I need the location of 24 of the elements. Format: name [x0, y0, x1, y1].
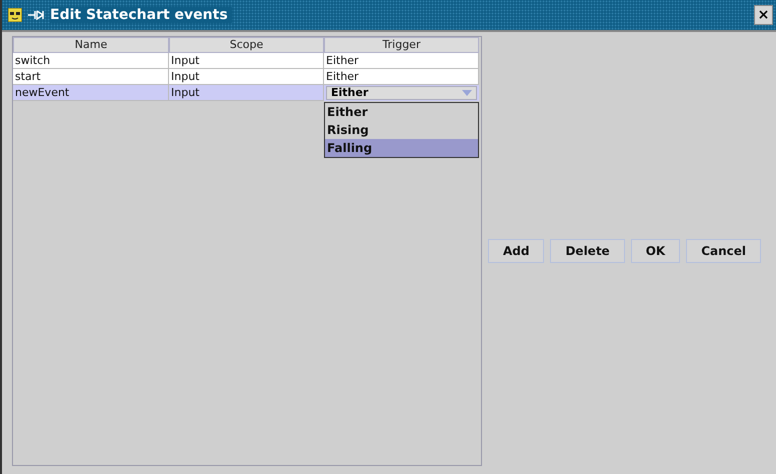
dialog-button[interactable]: OK	[630, 239, 680, 263]
table-cell: Input	[169, 69, 324, 85]
dropdown-option[interactable]: Falling	[325, 139, 478, 157]
dialog-button[interactable]: Cancel	[686, 239, 762, 263]
trigger-dropdown[interactable]: Either	[326, 86, 477, 100]
caret-icon	[462, 90, 472, 96]
column-header[interactable]: Name	[13, 37, 169, 53]
dropdown-option[interactable]: Rising	[325, 121, 478, 139]
close-button[interactable]: ×	[754, 5, 773, 25]
dialog-button[interactable]: Add	[488, 239, 544, 263]
table-cell: Either	[324, 69, 479, 85]
table-cell: newEvent	[13, 85, 169, 101]
table-cell: Input	[169, 85, 324, 101]
table-cell: switch	[13, 53, 169, 69]
table-cell: start	[13, 69, 169, 85]
dropdown-option[interactable]: Either	[325, 103, 478, 121]
dialog-button[interactable]: Delete	[550, 239, 625, 263]
table-cell: Input	[169, 53, 324, 69]
table-cell: Either	[324, 53, 479, 69]
pin-icon[interactable]	[28, 10, 44, 20]
column-header[interactable]: Scope	[169, 37, 324, 53]
face-icon	[8, 8, 22, 22]
column-header[interactable]: Trigger	[324, 37, 479, 53]
window-title: Edit Statechart events	[50, 7, 232, 23]
